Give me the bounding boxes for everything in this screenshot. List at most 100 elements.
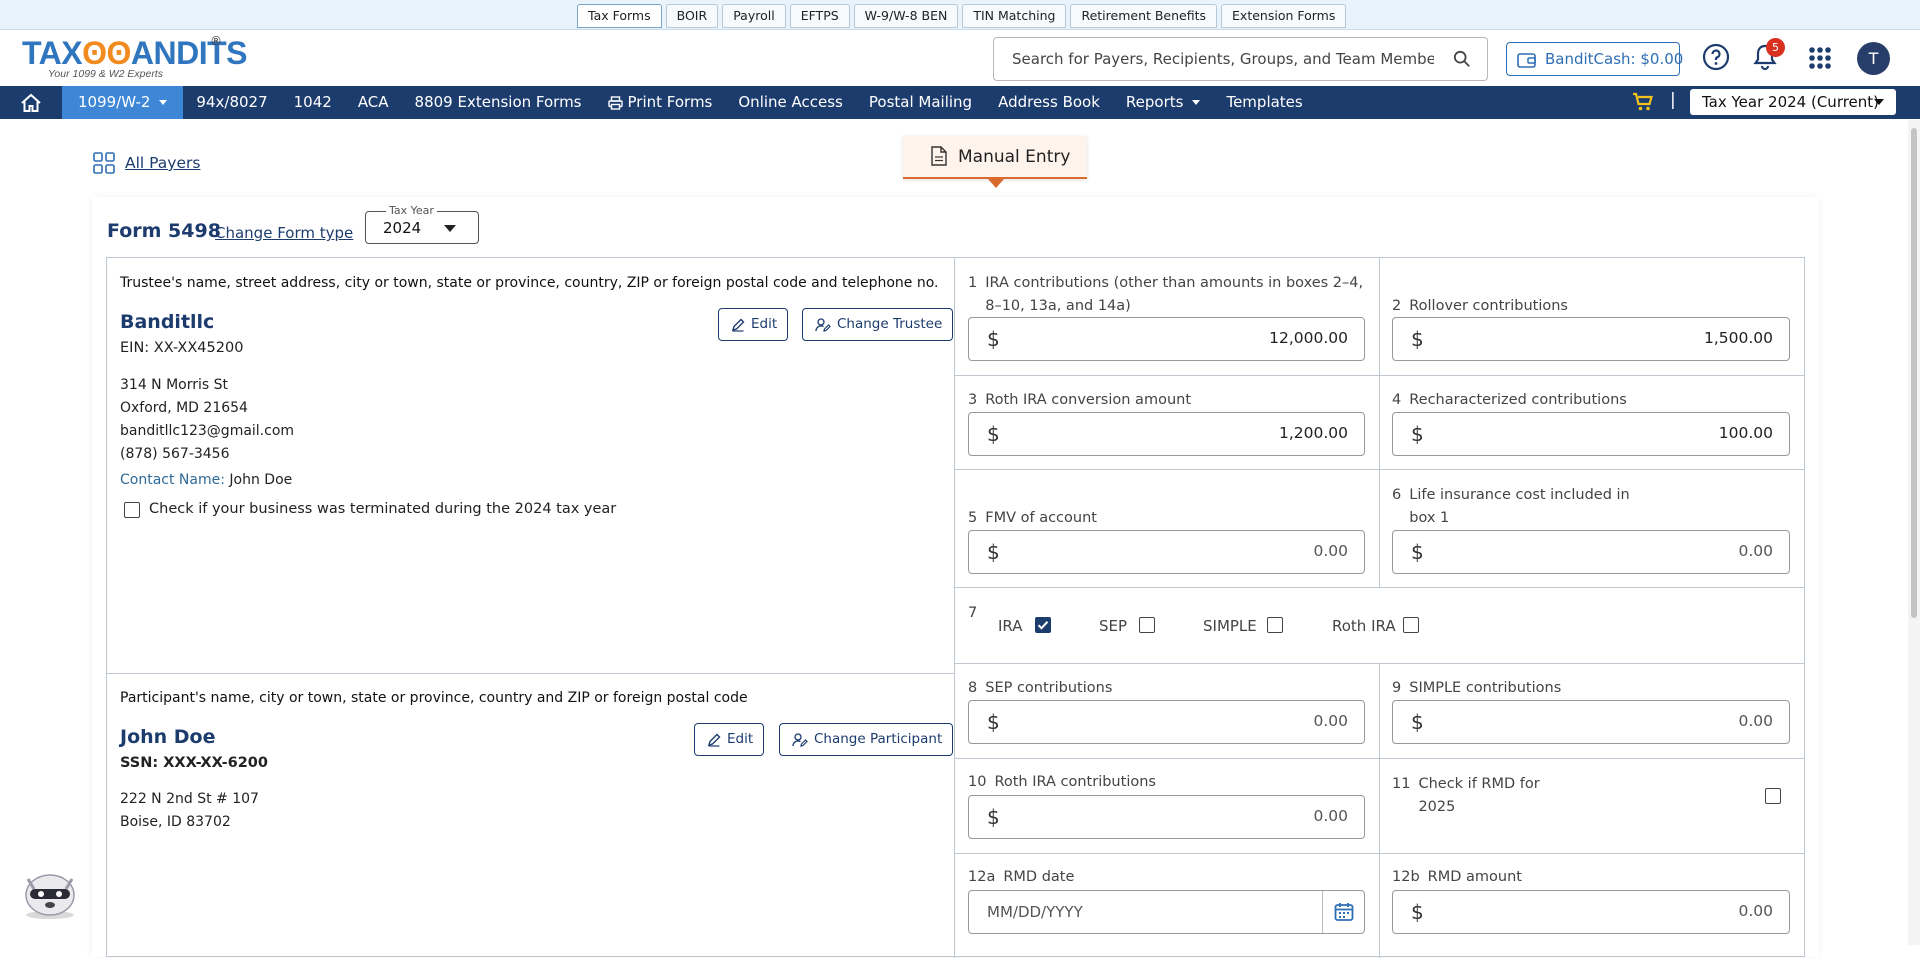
pencil-icon bbox=[707, 733, 721, 747]
edit-participant-label: Edit bbox=[727, 731, 754, 747]
participant-ssn: SSN: XXX-XX-6200 bbox=[120, 755, 268, 771]
tab-payroll[interactable]: Payroll bbox=[722, 4, 786, 28]
box1-ira-contributions-input[interactable]: $12,000.00 bbox=[968, 317, 1365, 361]
manual-entry-label: Manual Entry bbox=[958, 147, 1071, 167]
tax-year-select-value: Tax Year 2024 (Current) bbox=[1702, 93, 1880, 111]
box5-fmv-input[interactable]: $0.00 bbox=[968, 530, 1365, 574]
dollar-sign: $ bbox=[987, 710, 1000, 734]
nav-home[interactable] bbox=[0, 86, 62, 119]
edit-trustee-button[interactable]: Edit bbox=[718, 308, 789, 341]
search-input[interactable] bbox=[994, 38, 1434, 80]
tax-year-select[interactable]: Tax Year 2024 (Current) bbox=[1690, 89, 1896, 115]
box7-ira-label: IRA bbox=[998, 617, 1023, 635]
dollar-sign: $ bbox=[1411, 540, 1424, 564]
box8-value: 0.00 bbox=[1313, 712, 1348, 730]
box4-label: 4 Recharacterized contributions bbox=[1392, 389, 1627, 412]
box12b-rmd-amount-input[interactable]: $0.00 bbox=[1392, 890, 1790, 934]
nav-print-forms[interactable]: Print Forms bbox=[595, 86, 726, 119]
form-title: Form 5498 bbox=[107, 220, 221, 242]
change-form-type-link[interactable]: Change Form type bbox=[215, 224, 353, 242]
box7-sep-checkbox[interactable] bbox=[1139, 617, 1155, 633]
search-icon[interactable] bbox=[1453, 50, 1471, 68]
box6-label: 6 Life insurance cost included in box 1 bbox=[1392, 484, 1632, 530]
box4-recharacterized-input[interactable]: $100.00 bbox=[1392, 412, 1790, 456]
nav-reports[interactable]: Reports bbox=[1113, 86, 1214, 119]
box10-value: 0.00 bbox=[1313, 807, 1348, 825]
trustee-name: Banditllc bbox=[120, 311, 215, 333]
form-tax-year-select[interactable]: Tax Year 2024 bbox=[365, 204, 479, 244]
nav-templates[interactable]: Templates bbox=[1213, 86, 1315, 119]
product-tab-strip: Tax Forms BOIR Payroll EFTPS W-9/W-8 BEN… bbox=[0, 0, 1920, 30]
change-trustee-button[interactable]: Change Trustee bbox=[802, 308, 954, 341]
chat-mascot-icon[interactable] bbox=[20, 865, 80, 920]
box11-label: 11 Check if RMD for 2025 bbox=[1392, 773, 1542, 819]
row-divider bbox=[954, 853, 1805, 854]
tab-eftps[interactable]: EFTPS bbox=[789, 4, 850, 28]
dollar-sign: $ bbox=[1411, 422, 1424, 446]
notification-count-badge: 5 bbox=[1766, 38, 1785, 57]
box9-simple-input[interactable]: $0.00 bbox=[1392, 700, 1790, 744]
page-scrollbar[interactable] bbox=[1908, 120, 1920, 945]
box7-simple-checkbox[interactable] bbox=[1267, 617, 1283, 633]
all-payers-link[interactable]: All Payers bbox=[93, 152, 200, 174]
form-5498-grid bbox=[106, 257, 1805, 958]
cart-icon[interactable] bbox=[1632, 92, 1654, 112]
participant-section-title: Participant's name, city or town, state … bbox=[120, 690, 748, 706]
scrollbar-thumb[interactable] bbox=[1911, 128, 1917, 618]
user-avatar[interactable]: T bbox=[1857, 42, 1890, 75]
box7-ira-checkbox[interactable] bbox=[1035, 617, 1051, 633]
trustee-phone: (878) 567-3456 bbox=[120, 446, 230, 462]
box10-label: 10 Roth IRA contributions bbox=[968, 771, 1156, 794]
box7-roth-ira-checkbox[interactable] bbox=[1403, 617, 1419, 633]
chevron-down-icon bbox=[159, 100, 168, 105]
manual-entry-tab[interactable]: Manual Entry bbox=[903, 136, 1087, 188]
change-participant-button[interactable]: Change Participant bbox=[779, 723, 954, 756]
bandit-cash-label: BanditCash: $0.00 bbox=[1545, 50, 1684, 68]
tab-tax-forms[interactable]: Tax Forms bbox=[577, 4, 662, 28]
box7-number: 7 bbox=[968, 605, 978, 621]
dollar-sign: $ bbox=[987, 327, 1000, 351]
nav-1099-w2[interactable]: 1099/W-2 bbox=[62, 86, 184, 119]
box10-roth-contributions-input[interactable]: $0.00 bbox=[968, 795, 1365, 839]
box9-number: 9 bbox=[1392, 680, 1402, 696]
box8-sep-input[interactable]: $0.00 bbox=[968, 700, 1365, 744]
nav-address-book[interactable]: Address Book bbox=[985, 86, 1113, 119]
nav-aca[interactable]: ACA bbox=[345, 86, 402, 119]
box3-roth-conversion-input[interactable]: $1,200.00 bbox=[968, 412, 1365, 456]
tab-retirement-benefits[interactable]: Retirement Benefits bbox=[1070, 4, 1218, 28]
chevron-down-icon bbox=[1192, 100, 1201, 105]
box6-number: 6 bbox=[1392, 487, 1402, 503]
box6-label-text: Life insurance cost included in box 1 bbox=[1409, 487, 1630, 526]
bandit-cash-button[interactable]: BanditCash: $0.00 bbox=[1506, 42, 1684, 76]
tab-w9-w8ben[interactable]: W-9/W-8 BEN bbox=[853, 4, 959, 28]
tab-boir[interactable]: BOIR bbox=[665, 4, 719, 28]
box3-label: 3 Roth IRA conversion amount bbox=[968, 389, 1191, 412]
box11-rmd-checkbox[interactable] bbox=[1765, 788, 1781, 804]
taxbandits-logo[interactable]: TAXʘʘANDITS Your 1099 & W2 Experts ® bbox=[22, 34, 248, 82]
all-payers-label: All Payers bbox=[125, 154, 201, 172]
edit-participant-button[interactable]: Edit bbox=[694, 723, 765, 756]
global-search bbox=[993, 37, 1488, 81]
box6-life-insurance-input[interactable]: $0.00 bbox=[1392, 530, 1790, 574]
nav-8809-extension-forms[interactable]: 8809 Extension Forms bbox=[402, 86, 595, 119]
help-icon[interactable] bbox=[1702, 43, 1730, 71]
box1-label: 1 IRA contributions (other than amounts i… bbox=[968, 272, 1368, 318]
box12a-number: 12a bbox=[968, 869, 996, 885]
calendar-icon[interactable] bbox=[1322, 891, 1364, 933]
box3-label-text: Roth IRA conversion amount bbox=[985, 392, 1192, 408]
nav-94x-8027[interactable]: 94x/8027 bbox=[183, 86, 280, 119]
nav-postal-mailing[interactable]: Postal Mailing bbox=[856, 86, 985, 119]
box3-value: 1,200.00 bbox=[1278, 424, 1348, 442]
nav-online-access[interactable]: Online Access bbox=[725, 86, 856, 119]
tab-extension-forms[interactable]: Extension Forms bbox=[1221, 4, 1347, 28]
box12a-rmd-date-input[interactable]: MM/DD/YYYY bbox=[968, 890, 1365, 934]
terminated-checkbox[interactable] bbox=[124, 502, 140, 518]
box2-rollover-input[interactable]: $1,500.00 bbox=[1392, 317, 1790, 361]
dollar-sign: $ bbox=[987, 805, 1000, 829]
row-divider bbox=[954, 663, 1805, 664]
tab-tin-matching[interactable]: TIN Matching bbox=[962, 4, 1067, 28]
nav-1042[interactable]: 1042 bbox=[281, 86, 345, 119]
box1-number: 1 bbox=[968, 275, 978, 291]
apps-grid-icon[interactable] bbox=[1808, 46, 1832, 70]
tax-year-field-value: 2024 bbox=[383, 219, 422, 237]
